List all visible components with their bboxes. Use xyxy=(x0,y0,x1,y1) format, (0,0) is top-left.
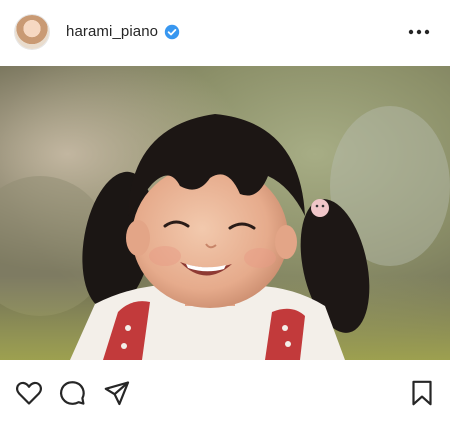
avatar[interactable] xyxy=(15,15,49,49)
child-portrait-photo xyxy=(0,66,450,360)
username-link[interactable]: harami_piano xyxy=(66,23,158,41)
heart-icon[interactable] xyxy=(14,378,44,408)
post-photo[interactable] xyxy=(0,66,450,360)
bookmark-icon[interactable] xyxy=(407,378,437,408)
send-icon[interactable] xyxy=(102,378,132,408)
verified-badge-icon xyxy=(164,24,180,40)
comment-icon[interactable] xyxy=(57,378,87,408)
post-header: harami_piano xyxy=(0,0,450,66)
more-options-icon[interactable] xyxy=(406,22,432,42)
post-actions xyxy=(0,360,450,423)
